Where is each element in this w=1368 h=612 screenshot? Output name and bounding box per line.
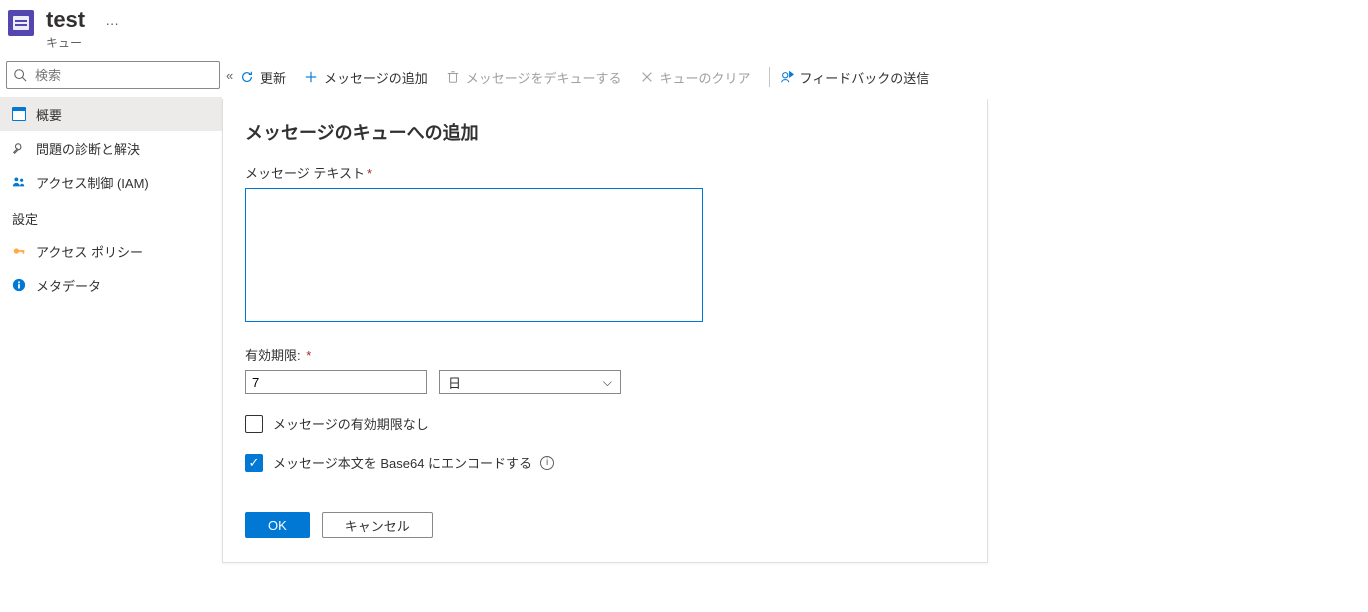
sidebar: « 概要 問題の診断と解決 アクセス制御 (IAM) 設定 [0,55,222,563]
nav-item-metadata[interactable]: メタデータ [0,268,222,302]
nav-item-label: メタデータ [36,276,101,295]
nav-item-access-policy[interactable]: アクセス ポリシー [0,234,222,268]
people-icon [10,175,28,189]
panel-title: メッセージのキューへの追加 [245,119,965,145]
toolbar-label: フィードバックの送信 [800,68,930,87]
plus-icon [304,70,318,84]
key-icon [10,244,28,258]
page-title: test [46,8,85,32]
nav-item-label: アクセス ポリシー [36,242,143,261]
nav-item-label: アクセス制御 (IAM) [36,173,149,192]
chevron-down-icon: ⌵ [603,375,612,390]
info-icon [10,278,28,292]
required-marker: * [367,166,372,181]
refresh-icon [240,70,254,84]
base64-checkbox[interactable] [245,454,263,472]
page-subtitle: キュー [46,34,121,51]
feedback-button[interactable]: フィードバックの送信 [780,68,930,87]
nav-item-label: 概要 [36,105,62,124]
expiry-value-input[interactable] [245,370,427,394]
dequeue-button: メッセージをデキューする [446,68,622,87]
nav-item-label: 問題の診断と解決 [36,139,140,158]
toolbar-label: 更新 [260,68,286,87]
queue-icon [8,10,34,36]
search-input[interactable] [33,67,213,84]
no-expiry-label: メッセージの有効期限なし [273,414,429,433]
trash-icon [446,70,460,84]
search-icon [13,68,27,82]
wrench-icon [10,141,28,155]
toolbar: 更新 メッセージの追加 メッセージをデキューする キューのクリア [222,55,1368,99]
expiry-unit-select[interactable]: 日 ⌵ [439,370,621,394]
base64-label: メッセージ本文を Base64 にエンコードする [273,453,532,472]
page-header: test … キュー [0,0,1368,55]
expiry-unit-value: 日 [448,373,461,392]
nav-item-iam[interactable]: アクセス制御 (IAM) [0,165,222,199]
add-message-button[interactable]: メッセージの追加 [304,68,428,87]
title-block: test … キュー [46,8,121,51]
add-message-panel: メッセージのキューへの追加 メッセージ テキスト* 有効期限: * 日 ⌵ メッ… [222,99,988,563]
refresh-button[interactable]: 更新 [240,68,286,87]
search-box[interactable] [6,61,220,89]
feedback-icon [780,70,794,84]
nav-item-overview[interactable]: 概要 [0,97,222,131]
no-expiry-checkbox[interactable] [245,415,263,433]
x-icon [640,70,654,84]
toolbar-label: キューのクリア [660,68,751,87]
toolbar-separator [769,67,770,87]
clear-queue-button: キューのクリア [640,68,751,87]
toolbar-label: メッセージの追加 [324,68,428,87]
expiry-label: 有効期限: * [245,345,965,364]
nav-section-settings: 設定 [0,199,222,234]
info-icon[interactable]: i [540,456,554,470]
nav-item-diagnose[interactable]: 問題の診断と解決 [0,131,222,165]
message-text-input[interactable] [245,188,703,322]
window-icon [10,107,28,121]
ok-button[interactable]: OK [245,512,310,538]
more-button[interactable]: … [105,12,121,28]
cancel-button[interactable]: キャンセル [322,512,433,538]
required-marker: * [306,348,311,363]
message-text-label: メッセージ テキスト* [245,163,965,182]
toolbar-label: メッセージをデキューする [466,68,622,87]
